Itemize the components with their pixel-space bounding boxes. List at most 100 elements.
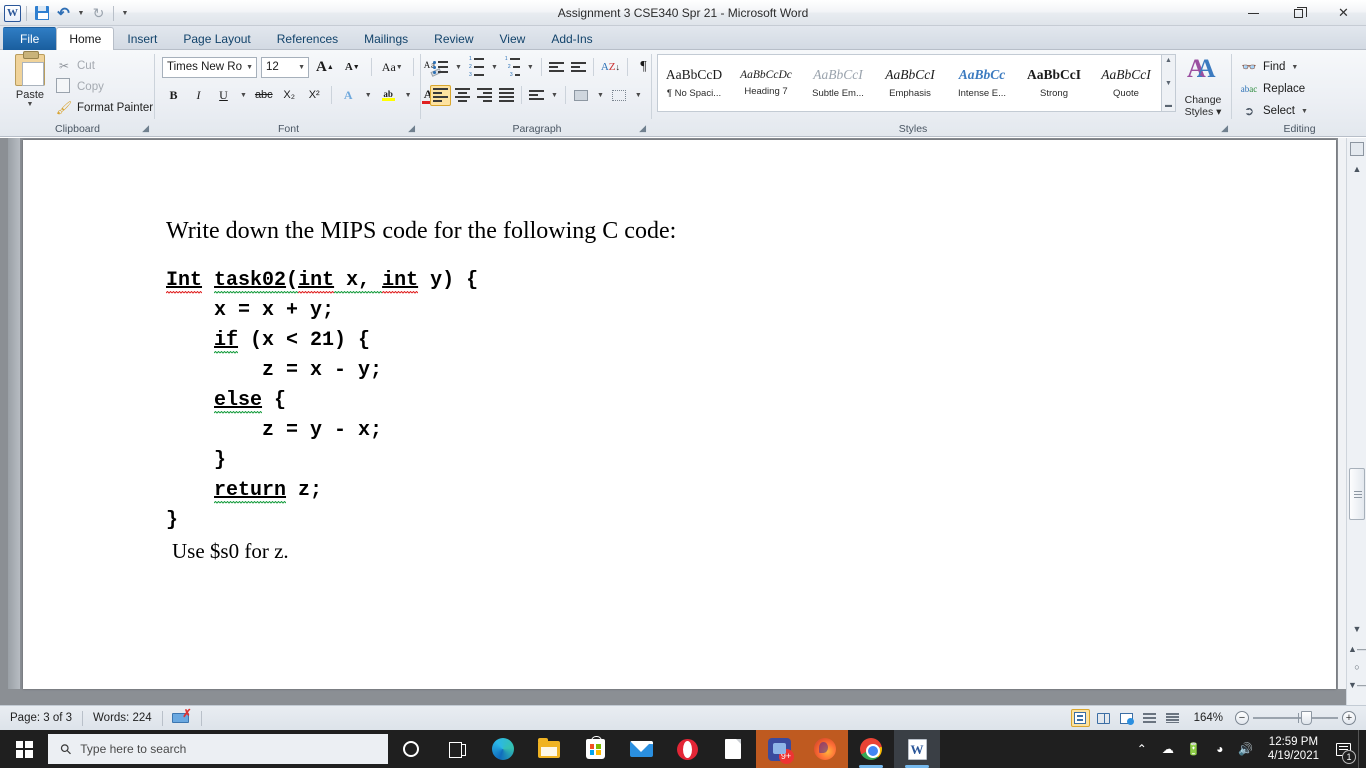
ribbon-tab-home[interactable]: Home — [56, 27, 115, 50]
sort-button[interactable]: A Z ↓ — [598, 56, 623, 78]
superscript-button[interactable]: X² — [303, 84, 326, 106]
text-effects-button[interactable]: A — [337, 84, 360, 106]
align-left-button[interactable] — [430, 84, 451, 106]
styles-more-button[interactable]: ▬ — [1165, 102, 1172, 109]
multilevel-list-button[interactable]: 1 2 3 — [502, 56, 523, 78]
numbering-button[interactable]: 1 2 3 — [466, 56, 487, 78]
style-item-3[interactable]: AaBbCcI Emphasis — [874, 55, 946, 111]
text-highlight-button[interactable]: ab — [377, 84, 400, 106]
line-spacing-dropdown[interactable]: ▼ — [548, 84, 561, 106]
select-browse-object-button[interactable]: ○ — [1347, 659, 1366, 675]
show-hidden-icons-button[interactable]: ⌃ — [1129, 730, 1155, 768]
style-item-4[interactable]: AaBbCc Intense E... — [946, 55, 1018, 111]
font-size-combobox[interactable]: 12 ▼ — [261, 56, 309, 78]
onedrive-button[interactable]: ☁ — [1155, 730, 1181, 768]
clock[interactable]: 12:59 PM 4/19/2021 — [1259, 735, 1328, 763]
microsoft-word-button[interactable]: W — [894, 730, 940, 768]
web-layout-view-button[interactable] — [1117, 709, 1136, 727]
style-item-6[interactable]: AaBbCcI Quote — [1090, 55, 1162, 111]
underline-button[interactable]: U — [212, 84, 235, 106]
clipboard-dialog-launcher[interactable]: ◢ — [142, 123, 149, 134]
file-explorer-button[interactable] — [526, 730, 572, 768]
decrease-indent-button[interactable] — [546, 57, 567, 78]
proofing-errors-icon[interactable]: ✗ — [171, 709, 192, 726]
font-name-combobox[interactable]: Times New Rom ▼ — [162, 56, 257, 78]
ribbon-tab-file[interactable]: File — [3, 27, 57, 50]
microsoft-store-button[interactable] — [572, 730, 618, 768]
bold-button[interactable]: B — [162, 84, 185, 106]
shading-dropdown[interactable]: ▼ — [594, 84, 607, 106]
show-desktop-button[interactable] — [1358, 730, 1364, 768]
ribbon-tab-page-layout[interactable]: Page Layout — [170, 27, 263, 50]
underline-dropdown[interactable]: ▼ — [237, 84, 250, 106]
borders-dropdown[interactable]: ▼ — [632, 84, 645, 106]
minimize-button[interactable] — [1231, 0, 1276, 26]
zoom-in-button[interactable]: + — [1342, 711, 1356, 725]
document-page[interactable]: Write down the MIPS code for the followi… — [23, 140, 1336, 689]
split-window-handle[interactable] — [1350, 142, 1364, 156]
align-right-button[interactable] — [474, 85, 495, 106]
network-button[interactable]: ◕ — [1207, 730, 1233, 768]
cortana-button[interactable] — [388, 730, 434, 768]
copy-button[interactable]: Copy — [56, 76, 153, 97]
draft-view-button[interactable] — [1163, 709, 1182, 727]
scroll-up-button[interactable]: ▲ — [1347, 160, 1366, 177]
zoom-out-button[interactable]: − — [1235, 711, 1249, 725]
grow-font-button[interactable]: A ▲ — [313, 56, 337, 78]
select-dropdown-arrow[interactable]: ▼ — [1301, 108, 1308, 115]
paragraph-dialog-launcher[interactable]: ◢ — [639, 123, 646, 134]
align-center-button[interactable] — [452, 85, 473, 106]
mail-button[interactable] — [618, 730, 664, 768]
styles-gallery[interactable]: AaBbCcD ¶ No Spaci... AaBbCcDc Heading 7 AaB… — [657, 54, 1162, 112]
style-item-5[interactable]: AaBbCcI Strong — [1018, 55, 1090, 111]
style-item-0[interactable]: AaBbCcD ¶ No Spaci... — [658, 55, 730, 111]
find-button[interactable]: 👓 Find ▼ — [1233, 56, 1308, 78]
volume-button[interactable]: 🔊 — [1233, 730, 1259, 768]
document-button[interactable] — [710, 730, 756, 768]
font-dialog-launcher[interactable]: ◢ — [408, 123, 415, 134]
styles-dialog-launcher[interactable]: ◢ — [1221, 123, 1228, 134]
styles-scroll-down-button[interactable]: ▼ — [1165, 80, 1172, 87]
ribbon-tab-add-ins[interactable]: Add-Ins — [538, 27, 605, 50]
close-button[interactable]: ✕ — [1321, 0, 1366, 26]
notification-center-button[interactable]: 1 — [1328, 730, 1358, 768]
shading-button[interactable] — [570, 84, 593, 106]
restore-button[interactable] — [1276, 0, 1321, 26]
microsoft-edge-button[interactable] — [480, 730, 526, 768]
paste-button[interactable]: Paste ▼ — [8, 51, 52, 108]
vertical-scroll-thumb[interactable] — [1349, 468, 1365, 520]
increase-indent-button[interactable] — [568, 57, 589, 78]
outline-view-button[interactable] — [1140, 709, 1159, 727]
subscript-button[interactable]: X₂ — [278, 84, 301, 106]
style-item-2[interactable]: AaBbCcI Subtle Em... — [802, 55, 874, 111]
justify-button[interactable] — [496, 85, 517, 106]
start-button[interactable] — [0, 730, 48, 768]
change-case-button[interactable]: Aa ▼ — [379, 56, 406, 78]
page-indicator[interactable]: Page: 3 of 3 — [0, 708, 82, 729]
italic-button[interactable]: I — [187, 84, 210, 106]
ribbon-tab-insert[interactable]: Insert — [114, 27, 170, 50]
ribbon-tab-references[interactable]: References — [264, 27, 351, 50]
zoom-slider[interactable] — [1253, 711, 1338, 725]
replace-button[interactable]: ab ac Replace — [1233, 78, 1308, 100]
paste-dropdown-arrow[interactable]: ▼ — [8, 101, 52, 108]
select-button[interactable]: ➲ Select ▼ — [1233, 100, 1308, 122]
task-view-button[interactable] — [434, 730, 480, 768]
zoom-slider-thumb[interactable] — [1301, 711, 1312, 725]
bullets-dropdown[interactable]: ▼ — [452, 56, 465, 78]
strikethrough-button[interactable]: abc — [252, 84, 276, 106]
style-item-1[interactable]: AaBbCcDc Heading 7 — [730, 55, 802, 111]
ribbon-tab-review[interactable]: Review — [421, 27, 486, 50]
taskbar-search-box[interactable]: ⚲ Type here to search — [48, 734, 388, 764]
multilevel-dropdown[interactable]: ▼ — [524, 56, 537, 78]
cut-button[interactable]: ✂ Cut — [56, 55, 153, 76]
format-painter-button[interactable]: 🖌 Format Painter — [56, 97, 153, 118]
borders-button[interactable] — [608, 84, 631, 106]
zoom-level[interactable]: 164% — [1186, 712, 1231, 724]
text-effects-dropdown[interactable]: ▼ — [362, 84, 375, 106]
google-chrome-button[interactable] — [848, 730, 894, 768]
firefox-button[interactable] — [802, 730, 848, 768]
previous-page-button[interactable]: ▲— — [1347, 641, 1366, 657]
shrink-font-button[interactable]: A ▼ — [341, 56, 364, 78]
opera-button[interactable] — [664, 730, 710, 768]
